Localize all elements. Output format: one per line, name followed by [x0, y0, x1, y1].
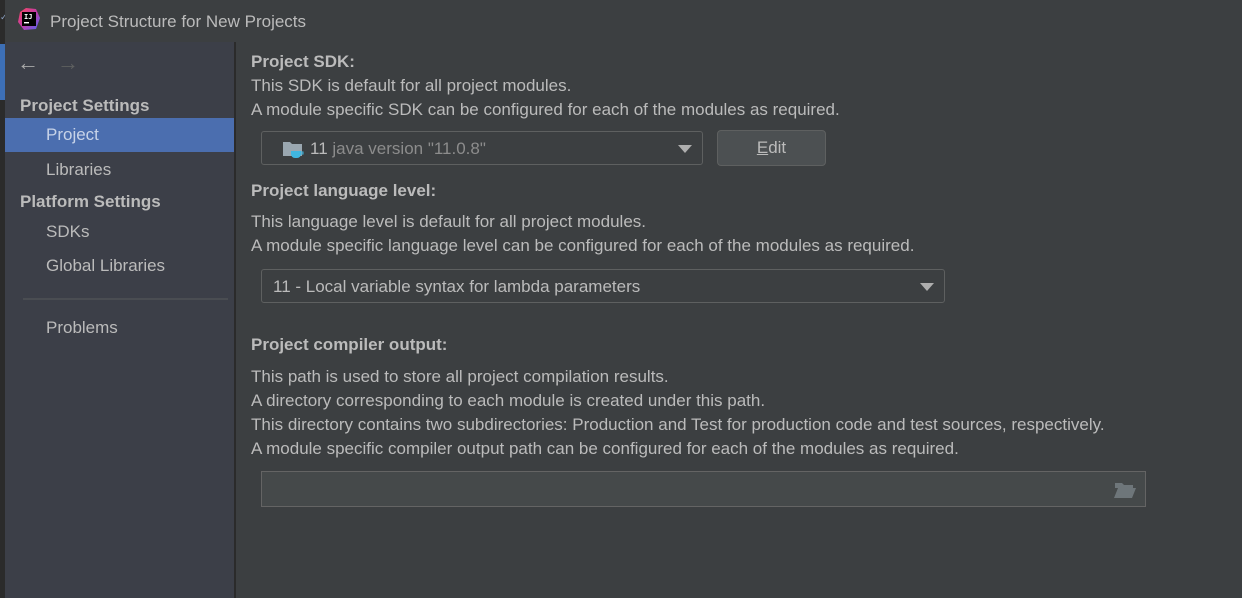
sidebar-item-libraries[interactable]: Libraries	[5, 153, 234, 187]
intellij-logo-icon: IJ	[18, 8, 40, 30]
compiler-output-heading: Project compiler output:	[251, 335, 448, 354]
arrow-left-icon[interactable]: ←	[17, 52, 39, 74]
chevron-down-icon	[678, 145, 692, 153]
language-level-heading: Project language level:	[251, 181, 437, 200]
section-header-platform-settings: Platform Settings	[20, 192, 161, 211]
language-level-description-line-1: This language level is default for all p…	[251, 212, 646, 231]
chevron-down-icon	[920, 283, 934, 291]
jdk-folder-icon	[283, 142, 304, 158]
window-title: Project Structure for New Projects	[50, 12, 307, 31]
sdk-selected-value: 11 java version "11.0.8"	[310, 139, 486, 159]
sidebar-item-problems[interactable]: Problems	[5, 311, 234, 345]
sdk-name: 11	[310, 139, 328, 158]
language-level-dropdown[interactable]: 11 - Local variable syntax for lambda pa…	[261, 269, 945, 303]
compiler-output-description-line-1: This path is used to store all project c…	[251, 367, 669, 386]
language-level-selected-value: 11 - Local variable syntax for lambda pa…	[273, 277, 641, 296]
edit-sdk-button[interactable]: Edit	[717, 130, 826, 166]
compiler-output-path-field[interactable]	[261, 471, 1146, 507]
sidebar: ← → Project Settings Project Libraries P…	[5, 42, 234, 598]
compiler-output-description-line-3: This directory contains two subdirectori…	[251, 415, 1105, 434]
sidebar-item-sdks[interactable]: SDKs	[5, 215, 234, 249]
sdk-description-line-2: A module specific SDK can be configured …	[251, 100, 840, 119]
sidebar-item-project[interactable]: Project	[5, 118, 234, 152]
sidebar-separator	[23, 298, 228, 300]
sdk-description-line-1: This SDK is default for all project modu…	[251, 76, 572, 95]
title-bar: IJ Project Structure for New Projects	[5, 0, 1242, 42]
sdk-version: java version "11.0.8"	[332, 139, 486, 158]
sdk-heading: Project SDK:	[251, 52, 355, 71]
project-settings-panel: Project SDK: This SDK is default for all…	[236, 42, 1242, 598]
edit-label-rest: dit	[768, 138, 787, 157]
sidebar-item-global-libraries[interactable]: Global Libraries	[5, 249, 234, 283]
folder-open-icon[interactable]	[1113, 480, 1137, 500]
section-header-project-settings: Project Settings	[20, 96, 150, 115]
compiler-output-description-line-4: A module specific compiler output path c…	[251, 439, 959, 458]
compiler-output-description-line-2: A directory corresponding to each module…	[251, 391, 766, 410]
arrow-right-icon: →	[57, 50, 79, 75]
language-level-description-line-2: A module specific language level can be …	[251, 236, 915, 255]
sdk-dropdown[interactable]: 11 java version "11.0.8"	[261, 131, 703, 165]
svg-text:IJ: IJ	[24, 13, 32, 21]
edit-mnemonic: E	[756, 138, 769, 157]
